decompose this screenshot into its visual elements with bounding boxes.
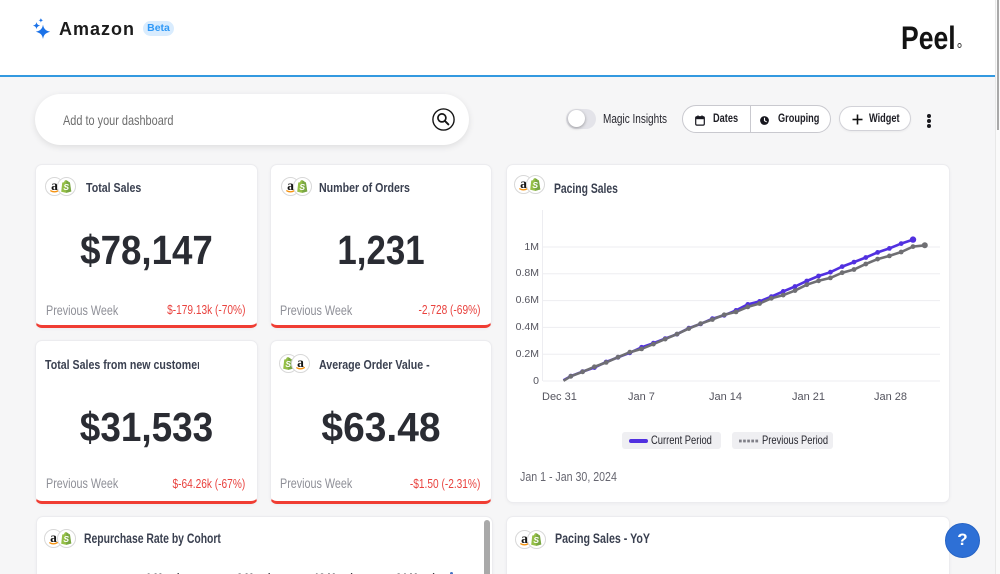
svg-text:S: S [64, 181, 70, 191]
svg-text:S: S [63, 534, 69, 544]
svg-text:S: S [534, 535, 540, 545]
svg-text:S: S [299, 181, 305, 191]
